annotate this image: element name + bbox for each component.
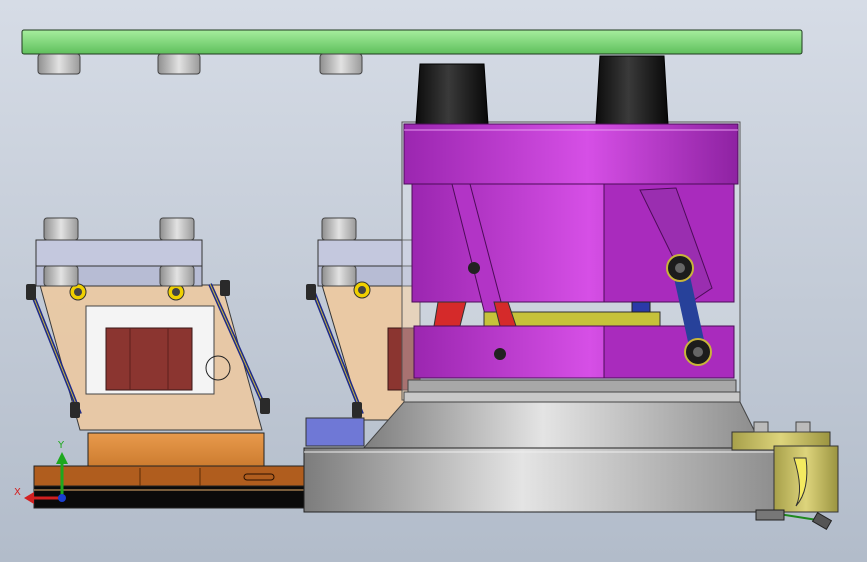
triad-y-label: Y [58, 440, 65, 451]
top-plate-bar [21, 29, 803, 55]
black-post-right [595, 55, 669, 125]
bracket-screw-b [795, 421, 811, 433]
middle-nut-top [321, 217, 357, 241]
bottom-rail[interactable] [33, 465, 325, 509]
base-cone [360, 401, 765, 451]
triad-origin [58, 494, 66, 502]
top-plate-nut-a [37, 53, 81, 75]
top-plate-nut-b [157, 53, 201, 75]
left-bolt-head-a [26, 284, 36, 300]
cad-3d-viewport[interactable]: Y X [0, 0, 867, 562]
bracket-tip [811, 511, 833, 531]
bracket-screw-a [753, 421, 769, 433]
black-post-left [415, 63, 489, 125]
middle-nut-bottom [321, 265, 357, 287]
left-fixture-base-block [87, 432, 265, 472]
triad-x-label: X [14, 487, 21, 498]
cylinder-head-top [403, 123, 739, 185]
left-nut-bottom-a [43, 265, 79, 287]
top-plate[interactable] [21, 29, 803, 75]
left-fixture[interactable] [26, 217, 270, 472]
left-clamp-bar [35, 239, 203, 269]
top-plate-nut-c [319, 53, 363, 75]
left-insert-block [105, 327, 193, 391]
left-nut-top-a [43, 217, 79, 241]
blue-spacer-block [305, 417, 365, 447]
cam-bolt-top [468, 262, 480, 274]
rail-bottom-strip [33, 485, 325, 509]
left-bolt-head-d [260, 398, 270, 414]
main-base-plate [303, 447, 789, 513]
left-nut-bottom-b [159, 265, 195, 287]
bracket-spring [755, 509, 785, 521]
rail-top-strip [33, 465, 325, 487]
left-nut-top-b [159, 217, 195, 241]
left-bolt-head-c [70, 402, 80, 418]
left-bolt-head-b [220, 280, 230, 296]
cam-bolt-bottom [494, 348, 506, 360]
blue-tab [631, 301, 651, 313]
red-wedge-left [433, 301, 467, 327]
